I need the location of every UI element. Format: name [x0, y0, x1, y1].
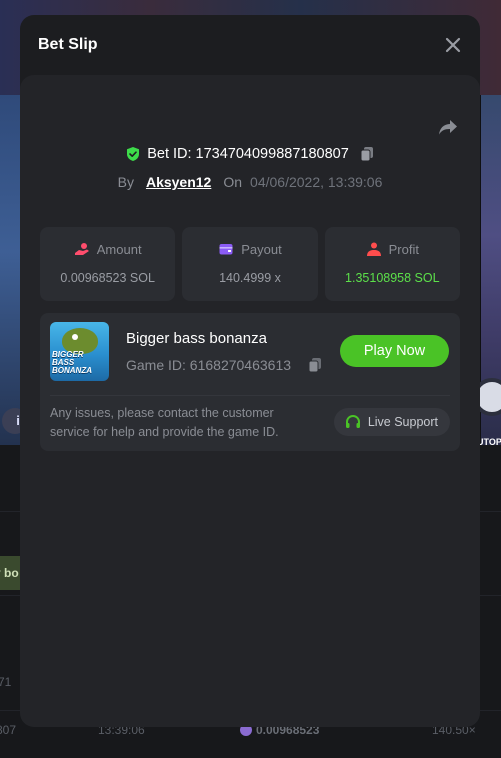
stat-payout-label: Payout: [241, 241, 282, 257]
copy-bet-id-icon[interactable]: [359, 146, 375, 162]
bet-id-label: Bet ID:: [147, 146, 192, 162]
on-label: On: [223, 174, 243, 190]
stat-payout-label-row: Payout: [182, 241, 317, 257]
share-icon[interactable]: [436, 115, 460, 139]
stat-profit-label-row: Profit: [325, 241, 460, 257]
live-support-label: Live Support: [367, 415, 438, 429]
fish-eye: [72, 334, 78, 340]
stat-amount-label: Amount: [96, 241, 142, 257]
shield-check-icon: [127, 147, 140, 161]
bet-id-value: 1734704099887180807: [195, 146, 349, 162]
game-id-value: 6168270463613: [189, 357, 292, 373]
stat-amount: Amount 0.00968523 SOL: [40, 227, 176, 301]
background-cell: 807: [0, 723, 17, 737]
game-thumbnail-title: BIGGER BASS BONANZA: [52, 350, 92, 375]
by-label: By: [117, 174, 134, 190]
coins-hand-icon: [74, 243, 89, 255]
stat-payout: Payout 140.4999 x: [182, 227, 318, 301]
bet-stats: Amount 0.00968523 SOL Payout 140.4999 x: [40, 227, 460, 301]
game-id-text: Game ID: 6168270463613: [126, 357, 291, 373]
play-now-button[interactable]: Play Now: [340, 335, 449, 367]
game-id-row: Game ID: 6168270463613: [126, 357, 323, 373]
close-icon[interactable]: [442, 34, 464, 56]
modal-body: Bet ID: 1734704099887180807 By Aksyen12 …: [20, 75, 480, 727]
stat-amount-label-row: Amount: [40, 241, 175, 257]
bet-slip-modal: Bet Slip Bet ID: 1734704099887180807 By …: [20, 15, 480, 727]
bet-author-row: By Aksyen12 On 04/06/2022, 13:39:06: [20, 174, 480, 190]
background-row-value: 71: [0, 675, 12, 689]
modal-title: Bet Slip: [38, 36, 98, 53]
background-game-art-left: [0, 95, 20, 445]
stat-profit: Profit 1.35108958 SOL: [324, 227, 460, 301]
game-card: BIGGER BASS BONANZA Bigger bass bonanza …: [40, 313, 460, 451]
stat-profit-value: 1.35108958 SOL: [345, 271, 440, 285]
modal-header: Bet Slip: [20, 15, 480, 75]
background-chip: y bo: [0, 556, 20, 590]
game-card-divider: [50, 395, 450, 396]
support-note: Any issues, please contact the customer …: [50, 406, 279, 439]
copy-game-id-icon[interactable]: [307, 357, 323, 373]
stat-profit-label: Profit: [388, 241, 419, 257]
stat-payout-value: 140.4999 x: [219, 271, 281, 285]
game-id-label: Game ID:: [126, 357, 186, 373]
stat-amount-value: 0.00968523 SOL: [60, 271, 155, 285]
game-thumbnail[interactable]: BIGGER BASS BONANZA: [50, 322, 109, 381]
person-coins-icon: [366, 242, 381, 256]
headset-icon: [345, 414, 360, 428]
live-support-button[interactable]: Live Support: [333, 408, 450, 436]
username-link[interactable]: Aksyen12: [146, 174, 211, 190]
bet-datetime: 04/06/2022, 13:39:06: [250, 174, 383, 190]
wallet-icon: [219, 244, 233, 255]
bet-id-row: Bet ID: 1734704099887180807: [20, 146, 480, 162]
game-name: Bigger bass bonanza: [126, 330, 267, 347]
